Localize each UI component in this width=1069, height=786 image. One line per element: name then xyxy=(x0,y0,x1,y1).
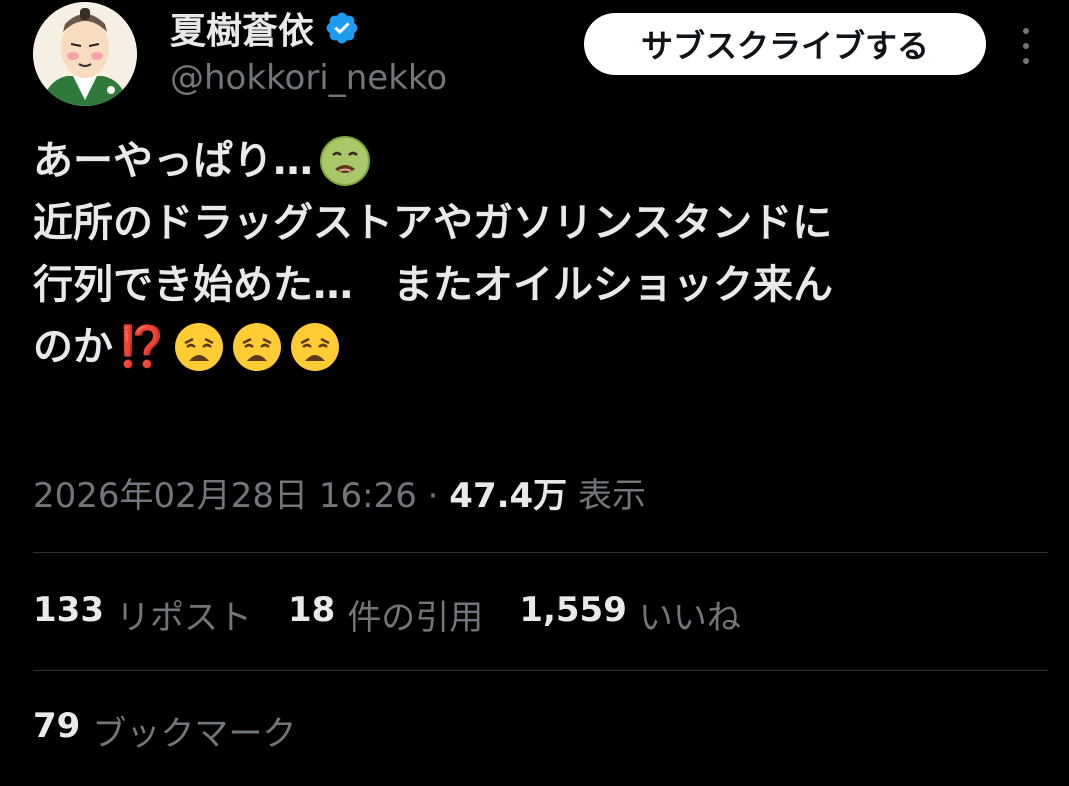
tweet-line: あーやっぱり… xyxy=(33,130,1043,192)
engagement-stats: 133 リポスト 18 件の引用 1,559 いいね xyxy=(33,590,741,639)
likes-count: 1,559 xyxy=(519,590,627,630)
tweet-line: のか ⁉️ xyxy=(33,316,1043,378)
likes-stat[interactable]: 1,559 いいね xyxy=(519,590,741,639)
tweet-line-text: のか xyxy=(33,324,113,370)
display-name-text: 夏樹蒼依 xyxy=(170,11,315,52)
subscribe-button[interactable]: サブスクライブする xyxy=(584,13,986,75)
tweet-meta: 2026年02月28日 16:26 · 47.4万 表示 xyxy=(33,468,646,517)
views-label: 表示 xyxy=(578,476,646,516)
bookmarks-label: ブックマーク xyxy=(92,714,297,754)
reposts-count: 133 xyxy=(33,590,104,630)
weary-face-emoji xyxy=(232,323,281,371)
reposts-label: リポスト xyxy=(115,598,252,638)
quotes-label: 件の引用 xyxy=(347,598,484,638)
verified-badge-icon xyxy=(326,12,358,44)
divider xyxy=(33,670,1048,671)
divider xyxy=(33,552,1048,553)
author-display-name[interactable]: 夏樹蒼依 xyxy=(170,2,360,54)
tweet-line-text: 近所のドラッグストアやガソリンスタンドに xyxy=(33,200,833,246)
views-count: 47.4万 xyxy=(449,476,568,516)
quotes-count: 18 xyxy=(287,590,336,630)
tweet-line: 行列でき始めた… またオイルショック来ん xyxy=(33,254,1043,316)
bookmarks-stat[interactable]: 79 ブックマーク xyxy=(33,706,296,755)
tweet-line: 近所のドラッグストアやガソリンスタンドに xyxy=(33,192,1043,254)
more-options-icon[interactable] xyxy=(1016,28,1036,64)
meta-separator: · xyxy=(416,476,450,516)
weary-face-emoji xyxy=(174,323,223,371)
samurai-avatar-icon xyxy=(33,2,137,106)
tweet-line-text: 行列でき始めた… またオイルショック来ん xyxy=(33,262,833,308)
nauseated-face-emoji xyxy=(320,136,370,186)
likes-label: いいね xyxy=(638,598,741,638)
tweet-text: あーやっぱり… 近所のドラッグストアやガソリンスタンドに 行列でき始めた… また… xyxy=(33,130,1043,378)
timestamp-link[interactable]: 2026年02月28日 16:26 xyxy=(33,476,417,516)
reposts-stat[interactable]: 133 リポスト xyxy=(33,590,252,639)
bookmarks-count: 79 xyxy=(33,706,81,746)
tweet-line-text: あーやっぱり… xyxy=(33,138,313,184)
weary-face-emoji xyxy=(290,323,339,371)
quotes-stat[interactable]: 18 件の引用 xyxy=(288,590,483,639)
author-avatar[interactable] xyxy=(33,2,137,106)
interrobang-emoji: ⁉️ xyxy=(117,324,167,370)
author-handle[interactable]: @hokkori_nekko xyxy=(170,58,447,98)
